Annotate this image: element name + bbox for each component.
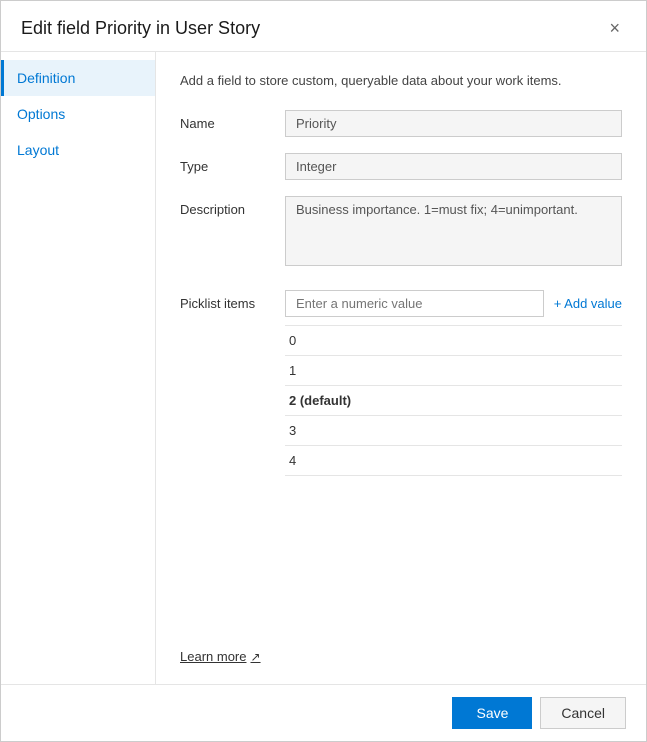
dialog-header: Edit field Priority in User Story × [1, 1, 646, 52]
external-link-icon: ↗ [250, 650, 260, 664]
picklist-item-default: 2 (default) [285, 386, 622, 416]
description-field-row: Description Business importance. 1=must … [180, 196, 622, 266]
add-value-button[interactable]: + Add value [554, 296, 622, 311]
picklist-item: 4 [285, 446, 622, 476]
main-content: Add a field to store custom, queryable d… [156, 52, 646, 684]
dialog-body: Definition Options Layout Add a field to… [1, 52, 646, 684]
picklist-label: Picklist items [180, 290, 285, 311]
sidebar-item-options[interactable]: Options [1, 96, 155, 132]
picklist-item: 1 [285, 356, 622, 386]
type-label: Type [180, 153, 285, 174]
picklist-input-row: + Add value [285, 290, 622, 317]
sidebar-item-definition[interactable]: Definition [1, 60, 155, 96]
cancel-button[interactable]: Cancel [540, 697, 626, 729]
description-label: Description [180, 196, 285, 217]
learn-more-section: Learn more ↗ [180, 628, 622, 664]
edit-field-dialog: Edit field Priority in User Story × Defi… [0, 0, 647, 742]
picklist-content: + Add value 0 1 2 (default) 3 4 [285, 290, 622, 476]
dialog-footer: Save Cancel [1, 684, 646, 741]
picklist-items-list: 0 1 2 (default) 3 4 [285, 325, 622, 476]
sidebar: Definition Options Layout [1, 52, 156, 684]
name-label: Name [180, 110, 285, 131]
subtitle-text: Add a field to store custom, queryable d… [180, 72, 622, 90]
type-field-row: Type [180, 153, 622, 180]
picklist-section: Picklist items + Add value 0 1 2 (defaul… [180, 290, 622, 476]
name-input[interactable] [285, 110, 622, 137]
save-button[interactable]: Save [452, 697, 532, 729]
dialog-title: Edit field Priority in User Story [21, 18, 260, 39]
close-button[interactable]: × [603, 17, 626, 39]
name-field-row: Name [180, 110, 622, 137]
picklist-item: 3 [285, 416, 622, 446]
picklist-input[interactable] [285, 290, 544, 317]
learn-more-link[interactable]: Learn more ↗ [180, 649, 261, 664]
sidebar-item-layout[interactable]: Layout [1, 132, 155, 168]
type-input[interactable] [285, 153, 622, 180]
picklist-item: 0 [285, 326, 622, 356]
description-textarea[interactable]: Business importance. 1=must fix; 4=unimp… [285, 196, 622, 266]
